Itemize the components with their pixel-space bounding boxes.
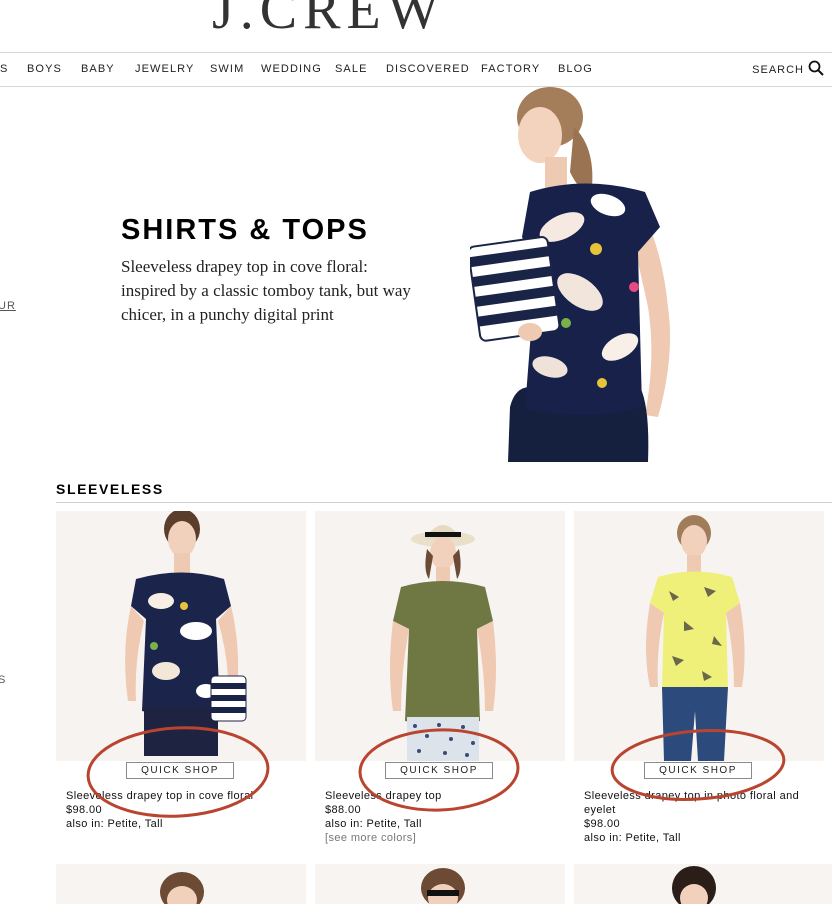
product-image-row2[interactable] bbox=[56, 864, 306, 904]
product-also-in[interactable]: also in: Petite, Tall bbox=[66, 818, 163, 830]
nav-item-partial[interactable]: S bbox=[0, 63, 8, 75]
product-card: QUICK SHOP Sleeveless drapey top in cove… bbox=[56, 511, 306, 841]
hero-description: Sleeveless drapey top in cove floral: in… bbox=[121, 257, 411, 324]
product-card: QUICK SHOP Sleeveless drapey top $88.00 … bbox=[315, 511, 565, 851]
product-name-continued[interactable]: eyelet bbox=[584, 804, 616, 816]
nav-item-boys[interactable]: BOYS bbox=[27, 63, 62, 75]
product-name[interactable]: Sleeveless drapey top bbox=[325, 790, 442, 802]
quick-shop-button[interactable]: QUICK SHOP bbox=[385, 762, 493, 779]
quick-shop-button[interactable]: QUICK SHOP bbox=[126, 762, 234, 779]
search-label: SEARCH bbox=[752, 64, 804, 76]
product-card: QUICK SHOP Sleeveless drapey top in phot… bbox=[574, 511, 832, 851]
nav-bottom-border bbox=[0, 86, 832, 87]
product-image-row2[interactable] bbox=[315, 864, 565, 904]
hero-model-image[interactable] bbox=[467, 87, 700, 462]
nav-item-factory[interactable]: FACTORY bbox=[481, 63, 540, 75]
product-name[interactable]: Sleeveless drapey top in cove floral bbox=[66, 790, 253, 802]
product-price: $98.00 bbox=[584, 818, 621, 830]
hero-title: SHIRTS & TOPS bbox=[121, 214, 369, 246]
product-image[interactable] bbox=[315, 511, 565, 761]
product-also-in[interactable]: also in: Petite, Tall bbox=[325, 818, 422, 830]
search-button[interactable]: SEARCH bbox=[752, 60, 824, 80]
nav-item-wedding[interactable]: WEDDING bbox=[261, 63, 322, 75]
product-price: $98.00 bbox=[66, 804, 103, 816]
edge-link[interactable]: UR bbox=[0, 300, 16, 312]
product-image-row2[interactable] bbox=[574, 864, 832, 904]
product-image[interactable] bbox=[56, 511, 306, 761]
see-more-colors-link[interactable]: [see more colors] bbox=[325, 832, 416, 844]
nav-item-sale[interactable]: SALE bbox=[335, 63, 368, 75]
nav-item-blog[interactable]: BLOG bbox=[558, 63, 593, 75]
nav-item-jewelry[interactable]: JEWELRY bbox=[135, 63, 194, 75]
edge-text: S bbox=[0, 674, 7, 686]
nav-item-swim[interactable]: SWIM bbox=[210, 63, 244, 75]
nav-item-discovered[interactable]: DISCOVERED bbox=[386, 63, 470, 75]
product-also-in[interactable]: also in: Petite, Tall bbox=[584, 832, 681, 844]
product-name[interactable]: Sleeveless drapey top in photo floral an… bbox=[584, 790, 799, 802]
product-price: $88.00 bbox=[325, 804, 362, 816]
brand-logo[interactable]: J.CREW bbox=[212, 0, 446, 38]
main-nav: S BOYS BABY JEWELRY SWIM WEDDING SALE DI… bbox=[0, 52, 832, 86]
search-icon bbox=[808, 60, 824, 81]
quick-shop-button[interactable]: QUICK SHOP bbox=[644, 762, 752, 779]
section-divider bbox=[56, 502, 832, 503]
nav-item-baby[interactable]: BABY bbox=[81, 63, 115, 75]
section-title: SLEEVELESS bbox=[56, 481, 164, 497]
product-image[interactable] bbox=[574, 511, 824, 761]
